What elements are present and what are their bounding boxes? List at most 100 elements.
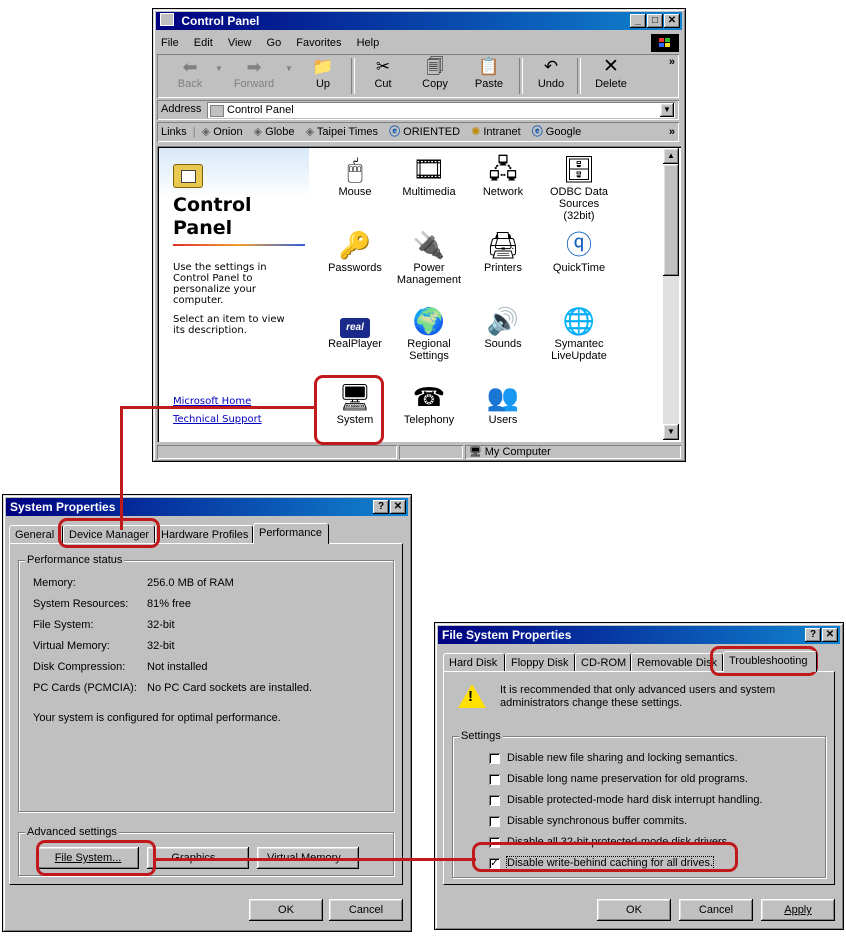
close-button[interactable]: ✕ bbox=[390, 500, 406, 514]
help-button[interactable]: ? bbox=[373, 500, 389, 514]
link-taipei-times[interactable]: ◈ Taipei Times bbox=[306, 126, 378, 138]
menu-help[interactable]: Help bbox=[357, 37, 380, 49]
back-button[interactable]: ⬅ Back bbox=[163, 56, 217, 90]
back-label: Back bbox=[177, 78, 203, 90]
checkbox-sync-buffer[interactable] bbox=[489, 816, 500, 827]
filesystem-value: 32-bit bbox=[147, 619, 175, 631]
forward-button[interactable]: ➡ Forward bbox=[225, 56, 283, 90]
help-button[interactable]: ? bbox=[805, 628, 821, 642]
tab-troubleshooting[interactable]: Troubleshooting bbox=[723, 651, 817, 672]
fs-properties-titlebar[interactable]: File System Properties ? ✕ bbox=[438, 626, 840, 644]
power-icon: 🔌 bbox=[412, 230, 446, 260]
undo-button[interactable]: ↶ Undo bbox=[529, 56, 573, 90]
link-diamond-icon: ◈ bbox=[253, 126, 263, 138]
menu-edit[interactable]: Edit bbox=[194, 37, 213, 49]
content-area: Control Panel Use the settings in Contro… bbox=[157, 146, 681, 442]
printers-label: Printers bbox=[484, 262, 522, 274]
telephony-item[interactable]: ☎ Telephony bbox=[393, 380, 465, 426]
checkbox-long-name[interactable] bbox=[489, 774, 500, 785]
control-panel-titlebar[interactable]: Control Panel _ □ ✕ bbox=[156, 12, 682, 30]
menu-favorites[interactable]: Favorites bbox=[296, 37, 341, 49]
realplayer-label: RealPlayer bbox=[328, 338, 382, 350]
close-button[interactable]: ✕ bbox=[664, 14, 680, 28]
checkbox-protected-mode[interactable] bbox=[489, 795, 500, 806]
network-item[interactable]: 🖧 Network bbox=[467, 152, 539, 198]
highlight-system-icon bbox=[314, 375, 384, 445]
regional-item[interactable]: 🌍 Regional Settings bbox=[393, 304, 465, 362]
up-button[interactable]: 📁 Up bbox=[303, 56, 343, 90]
scroll-down-button[interactable]: ▼ bbox=[663, 424, 679, 440]
toolbar-separator bbox=[577, 58, 581, 94]
scroll-up-button[interactable]: ▲ bbox=[663, 148, 679, 164]
printers-item[interactable]: 🖨 Printers bbox=[467, 228, 539, 274]
globe-icon: 🌍 bbox=[412, 306, 446, 336]
mouse-item[interactable]: 🖱 Mouse bbox=[319, 152, 391, 198]
links-chevron-icon[interactable]: » bbox=[669, 122, 675, 142]
odbc-item[interactable]: 🗄 ODBC Data Sources (32bit) bbox=[543, 152, 615, 222]
scroll-thumb[interactable] bbox=[663, 164, 679, 276]
users-item[interactable]: 👥 Users bbox=[467, 380, 539, 426]
sounds-item[interactable]: 🔊 Sounds bbox=[467, 304, 539, 350]
cancel-button[interactable]: Cancel bbox=[329, 899, 403, 921]
tab-hard-disk[interactable]: Hard Disk bbox=[443, 653, 505, 671]
link-intranet[interactable]: ✺ Intranet bbox=[471, 126, 521, 138]
mouse-icon: 🖱 bbox=[347, 154, 363, 184]
back-dropdown-icon[interactable]: ▼ bbox=[215, 64, 223, 73]
minimize-button[interactable]: _ bbox=[630, 14, 646, 28]
link-globe[interactable]: ◈ Globe bbox=[254, 126, 295, 138]
tab-cd-rom[interactable]: CD-ROM bbox=[575, 653, 631, 671]
memory-label: Memory: bbox=[33, 577, 76, 589]
pc-cards-value: No PC Card sockets are installed. bbox=[147, 682, 313, 694]
ok-button[interactable]: OK bbox=[249, 899, 323, 921]
ok-button[interactable]: OK bbox=[597, 899, 671, 921]
cancel-button[interactable]: Cancel bbox=[679, 899, 753, 921]
menu-file[interactable]: File bbox=[161, 37, 179, 49]
maximize-button[interactable]: □ bbox=[647, 14, 663, 28]
side-heading: Control Panel bbox=[173, 194, 252, 240]
link-onion[interactable]: ◈ Onion bbox=[202, 126, 243, 138]
address-input[interactable]: Control Panel ▼ bbox=[207, 102, 675, 118]
paste-button[interactable]: 📋 Paste bbox=[467, 56, 511, 90]
fs-properties-tabs: Hard Disk Floppy Disk CD-ROM Removable D… bbox=[443, 651, 835, 673]
tab-hardware-profiles[interactable]: Hardware Profiles bbox=[155, 525, 253, 543]
delete-label: Delete bbox=[595, 78, 627, 90]
virtual-memory-label: Virtual Memory: bbox=[33, 640, 110, 652]
cancel-label: Cancel bbox=[698, 904, 734, 916]
menu-go[interactable]: Go bbox=[267, 37, 282, 49]
toolbar-chevron-icon[interactable]: » bbox=[669, 56, 675, 68]
links-bar: Links | ◈ Onion ◈ Globe ◈ Taipei Times ⓔ… bbox=[157, 122, 679, 142]
copy-icon: 🗐 bbox=[426, 57, 444, 76]
forward-dropdown-icon[interactable]: ▼ bbox=[285, 64, 293, 73]
link-oriented[interactable]: ⓔ ORIENTED bbox=[389, 126, 460, 138]
liveupdate-item[interactable]: 🌐 Symantec LiveUpdate bbox=[543, 304, 615, 362]
menu-view[interactable]: View bbox=[228, 37, 252, 49]
tab-general[interactable]: General bbox=[9, 525, 63, 543]
close-button[interactable]: ✕ bbox=[822, 628, 838, 642]
apply-button[interactable]: Apply bbox=[761, 899, 835, 921]
odbc-label-1: ODBC Data bbox=[549, 186, 609, 198]
checkbox-file-sharing[interactable] bbox=[489, 753, 500, 764]
performance-tab-panel: Performance status Memory: 256.0 MB of R… bbox=[9, 543, 403, 885]
tab-floppy-disk[interactable]: Floppy Disk bbox=[505, 653, 575, 671]
system-properties-titlebar[interactable]: System Properties ? ✕ bbox=[6, 498, 408, 516]
clipboard-icon: 📋 bbox=[478, 57, 500, 76]
cut-button[interactable]: ✂ Cut bbox=[363, 56, 403, 90]
link-google[interactable]: ⓔ Google bbox=[532, 126, 582, 138]
quicktime-item[interactable]: ⓠ QuickTime bbox=[543, 228, 615, 274]
address-dropdown-button[interactable]: ▼ bbox=[660, 103, 674, 117]
power-item[interactable]: 🔌 Power Management bbox=[393, 228, 465, 286]
tab-performance[interactable]: Performance bbox=[253, 523, 329, 544]
realplayer-item[interactable]: real RealPlayer bbox=[319, 304, 391, 350]
liveupdate-label-2: LiveUpdate bbox=[551, 350, 607, 362]
pc-cards-label: PC Cards (PCMCIA): bbox=[33, 682, 137, 694]
vertical-scrollbar[interactable]: ▲ ▼ bbox=[663, 148, 679, 440]
copy-button[interactable]: 🗐 Copy bbox=[413, 56, 457, 90]
passwords-item[interactable]: 🔑 Passwords bbox=[319, 228, 391, 274]
delete-button[interactable]: ✕ Delete bbox=[587, 56, 635, 90]
technical-support-link[interactable]: Technical Support bbox=[173, 414, 262, 425]
multimedia-item[interactable]: 🎞 Multimedia bbox=[393, 152, 465, 198]
link-onion-label: Onion bbox=[213, 126, 243, 138]
resources-value: 81% free bbox=[147, 598, 192, 610]
status-pane-left bbox=[157, 445, 397, 459]
undo-icon: ↶ bbox=[543, 57, 559, 76]
